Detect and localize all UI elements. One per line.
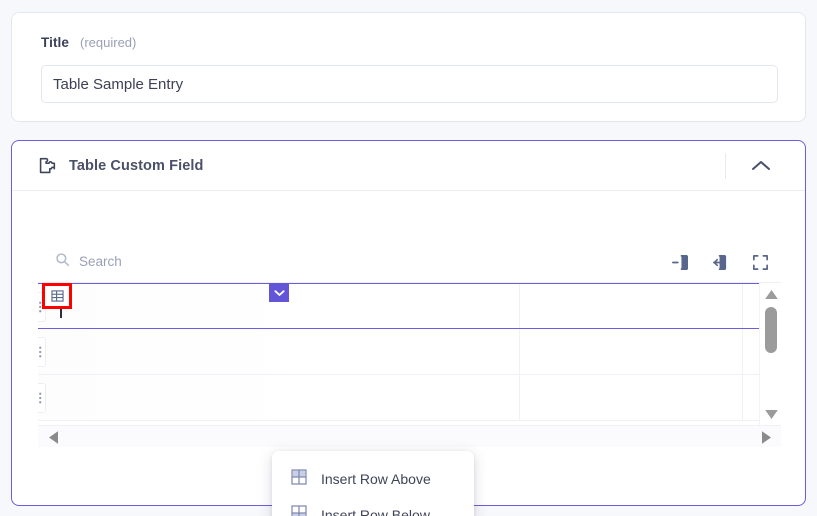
triangle-up-icon[interactable] bbox=[760, 285, 782, 303]
menu-item-label: Insert Row Above bbox=[321, 471, 431, 487]
triangle-right-icon[interactable] bbox=[755, 426, 777, 448]
search-input[interactable]: Search bbox=[38, 252, 122, 272]
insert-row-above-icon bbox=[291, 468, 307, 490]
title-required-note: (required) bbox=[80, 35, 137, 50]
horizontal-scrollbar[interactable] bbox=[38, 425, 781, 447]
table-widget: Search bbox=[38, 241, 781, 447]
title-input[interactable] bbox=[41, 65, 778, 103]
insert-column-left-icon[interactable] bbox=[707, 249, 733, 275]
table-cell[interactable] bbox=[520, 375, 743, 420]
row-context-menu: Insert Row Above Insert Row Below bbox=[272, 451, 474, 516]
drag-handle-icon[interactable] bbox=[38, 383, 46, 413]
title-card: Title (required) bbox=[11, 12, 806, 122]
collapse-button[interactable] bbox=[733, 149, 789, 183]
toolbar-icons bbox=[667, 241, 773, 283]
triangle-left-icon[interactable] bbox=[42, 426, 64, 448]
custom-field-header: Table Custom Field bbox=[12, 141, 805, 191]
chevron-up-icon bbox=[752, 159, 770, 174]
table-row[interactable] bbox=[38, 283, 781, 329]
table-toolbar: Search bbox=[38, 241, 781, 283]
custom-field-title-wrap: Table Custom Field bbox=[12, 155, 203, 177]
table-cell[interactable] bbox=[520, 284, 743, 328]
title-field-label: Title bbox=[41, 35, 70, 50]
table-row[interactable] bbox=[38, 329, 781, 375]
menu-item-insert-row-above[interactable]: Insert Row Above bbox=[272, 461, 474, 497]
search-icon bbox=[55, 252, 70, 272]
search-placeholder: Search bbox=[79, 254, 122, 269]
chevron-down-icon[interactable] bbox=[269, 283, 289, 302]
table-row[interactable] bbox=[38, 375, 781, 421]
triangle-down-icon[interactable] bbox=[760, 405, 782, 423]
menu-item-label: Insert Row Below bbox=[321, 507, 430, 516]
vertical-scrollbar[interactable] bbox=[759, 283, 781, 425]
table-body bbox=[38, 283, 781, 425]
scroll-thumb[interactable] bbox=[765, 307, 777, 353]
table-cell[interactable] bbox=[38, 375, 520, 420]
table-grid-icon[interactable] bbox=[42, 283, 72, 309]
insert-row-below-icon bbox=[291, 504, 307, 516]
header-divider bbox=[725, 153, 726, 179]
table-cell[interactable] bbox=[520, 329, 743, 374]
menu-item-insert-row-below[interactable]: Insert Row Below bbox=[272, 497, 474, 516]
custom-field-title: Table Custom Field bbox=[69, 157, 204, 174]
drag-handle-icon[interactable] bbox=[38, 337, 46, 367]
table-custom-field-card: Table Custom Field Search Insert Row Abo… bbox=[11, 140, 806, 516]
puzzle-piece-icon bbox=[36, 155, 58, 177]
page-root: Title (required) Table Custom Field bbox=[0, 0, 817, 516]
insert-column-right-icon[interactable] bbox=[667, 249, 693, 275]
table-cell[interactable] bbox=[38, 329, 520, 374]
fullscreen-icon[interactable] bbox=[747, 249, 773, 275]
